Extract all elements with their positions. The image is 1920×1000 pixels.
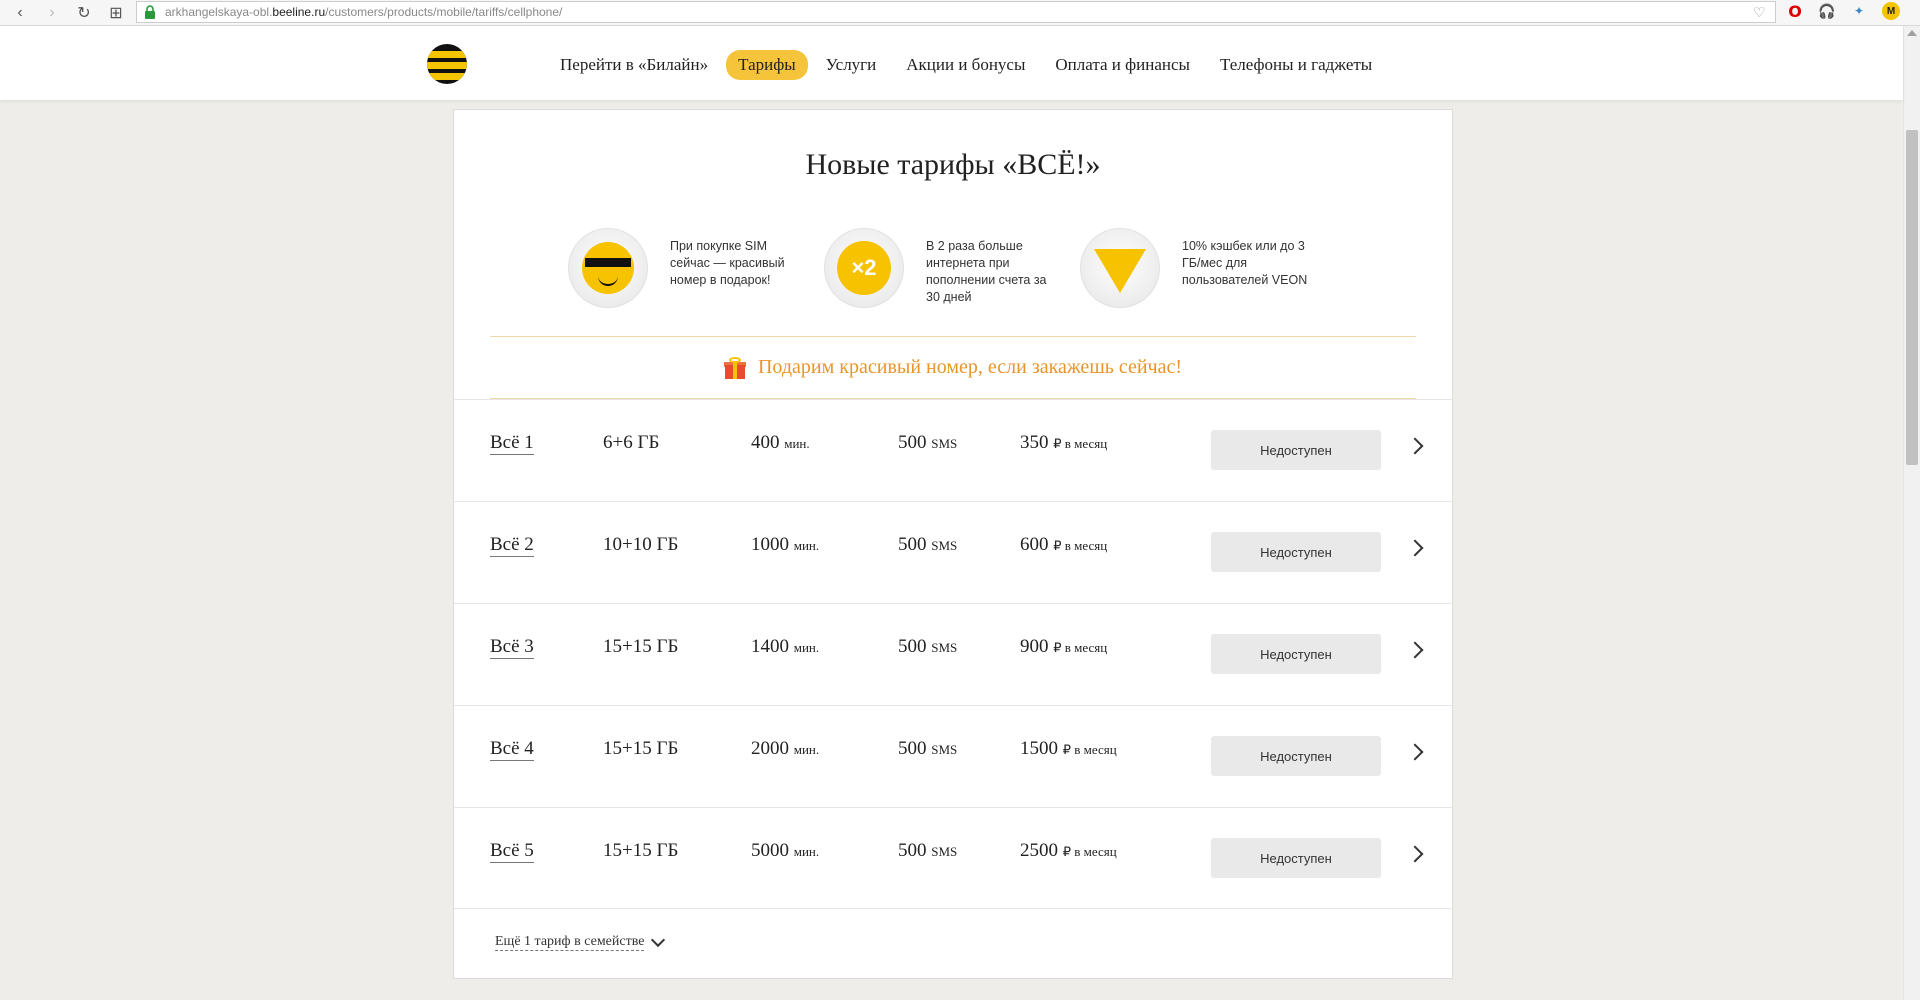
tariffs-card: Новые тарифы «ВСЁ!» При покупке SIM сейч… bbox=[453, 109, 1453, 979]
promo-banner: Подарим красивый номер, если закажешь се… bbox=[454, 356, 1452, 379]
nav-item-promos[interactable]: Акции и бонусы bbox=[894, 50, 1037, 80]
url-host: beeline.ru bbox=[272, 5, 326, 19]
back-icon[interactable]: ‹ bbox=[8, 1, 32, 25]
promo-text: Подарим красивый номер, если закажешь се… bbox=[757, 356, 1183, 378]
reload-icon[interactable]: ↻ bbox=[72, 1, 96, 25]
tariff-gb: 15+15 ГБ bbox=[603, 840, 679, 861]
perk-veon-cashback: 10% кэшбек или до 3 ГБ/мес для пользоват… bbox=[1080, 228, 1336, 308]
x2-badge-text: ×2 bbox=[841, 245, 887, 291]
tariff-sms: 500 SMS bbox=[898, 636, 958, 657]
tariff-sms: 500 SMS bbox=[898, 534, 958, 555]
forward-icon[interactable]: › bbox=[40, 1, 64, 25]
tariff-price: 1500 ₽ в месяц bbox=[1020, 738, 1117, 759]
tariff-minutes: 1400 мин. bbox=[751, 636, 820, 657]
unavailable-button[interactable]: Недоступен bbox=[1211, 838, 1381, 878]
unavailable-button[interactable]: Недоступен bbox=[1211, 430, 1381, 470]
tariff-gb: 15+15 ГБ bbox=[603, 738, 679, 759]
tariff-price: 2500 ₽ в месяц bbox=[1020, 840, 1117, 861]
x2-badge-icon: ×2 bbox=[824, 228, 904, 308]
headphones-icon[interactable]: 🎧 bbox=[1818, 2, 1836, 20]
tariff-minutes: 5000 мин. bbox=[751, 840, 820, 861]
divider bbox=[490, 336, 1416, 337]
show-more-tariffs[interactable]: Ещё 1 тариф в семействе bbox=[495, 932, 666, 951]
tariff-row[interactable]: Всё 4 15+15 ГБ 2000 мин. 500 SMS 1500 ₽ … bbox=[454, 705, 1452, 807]
tariff-row[interactable]: Всё 5 15+15 ГБ 5000 мин. 500 SMS 2500 ₽ … bbox=[454, 807, 1452, 909]
tariff-sms: 500 SMS bbox=[898, 738, 958, 759]
veon-v-icon bbox=[1080, 228, 1160, 308]
perk-text: При покупке SIM сейчас — красивый номер … bbox=[670, 239, 785, 287]
nav-item-devices[interactable]: Телефоны и гаджеты bbox=[1208, 50, 1384, 80]
show-more-label: Ещё 1 тариф в семействе bbox=[495, 934, 645, 951]
unavailable-button[interactable]: Недоступен bbox=[1211, 532, 1381, 572]
beeline-logo[interactable] bbox=[427, 44, 467, 84]
profile-badge-icon[interactable]: M bbox=[1882, 2, 1900, 20]
tariff-name-link[interactable]: Всё 3 bbox=[490, 636, 534, 659]
scroll-up-icon[interactable] bbox=[1907, 30, 1917, 36]
chevron-right-icon[interactable] bbox=[1406, 845, 1424, 863]
tariff-name-link[interactable]: Всё 2 bbox=[490, 534, 534, 557]
perk-text: 10% кэшбек или до 3 ГБ/мес для пользоват… bbox=[1182, 239, 1308, 287]
url-prefix: arkhangelskaya-obl. bbox=[165, 5, 273, 19]
nav-item-tariffs[interactable]: Тарифы bbox=[726, 50, 808, 80]
tariff-name-link[interactable]: Всё 4 bbox=[490, 738, 534, 761]
nav-item-go-to-beeline[interactable]: Перейти в «Билайн» bbox=[548, 50, 720, 80]
tariff-gb: 15+15 ГБ bbox=[603, 636, 679, 657]
tariff-row[interactable]: Всё 3 15+15 ГБ 1400 мин. 500 SMS 900 ₽ в… bbox=[454, 603, 1452, 705]
tariff-minutes: 400 мин. bbox=[751, 432, 810, 453]
smiley-sunglasses-icon bbox=[568, 228, 648, 308]
browser-toolbar: ‹ › ↻ ⊞ arkhangelskaya-obl. beeline.ru/cu… bbox=[0, 0, 1920, 26]
tariff-minutes: 2000 мин. bbox=[751, 738, 820, 759]
lock-icon bbox=[145, 5, 155, 19]
tariff-row[interactable]: Всё 2 10+10 ГБ 1000 мин. 500 SMS 600 ₽ в… bbox=[454, 501, 1452, 603]
tariff-minutes: 1000 мин. bbox=[751, 534, 820, 555]
tariff-price: 350 ₽ в месяц bbox=[1020, 432, 1108, 453]
perk-text: В 2 раза больше интернета при пополнении… bbox=[926, 239, 1047, 304]
tariff-sms: 500 SMS bbox=[898, 840, 958, 861]
chevron-right-icon[interactable] bbox=[1406, 641, 1424, 659]
chevron-right-icon[interactable] bbox=[1406, 437, 1424, 455]
nav-item-services[interactable]: Услуги bbox=[814, 50, 889, 80]
tariff-name-link[interactable]: Всё 1 bbox=[490, 432, 534, 455]
perk-beautiful-number: При покупке SIM сейчас — красивый номер … bbox=[568, 228, 824, 308]
tariff-gb: 10+10 ГБ bbox=[603, 534, 679, 555]
chevron-right-icon[interactable] bbox=[1406, 539, 1424, 557]
perk-double-internet: ×2 В 2 раза больше интернета при пополне… bbox=[824, 228, 1080, 308]
gift-icon bbox=[723, 356, 746, 379]
perks-row: При покупке SIM сейчас — красивый номер … bbox=[568, 228, 1336, 308]
page-scrollbar[interactable] bbox=[1903, 26, 1920, 1000]
tariff-name-link[interactable]: Всё 5 bbox=[490, 840, 534, 863]
tariff-list: Всё 1 6+6 ГБ 400 мин. 500 SMS 350 ₽ в ме… bbox=[454, 399, 1452, 909]
page-title: Новые тарифы «ВСЁ!» bbox=[805, 148, 1101, 181]
bookmark-heart-icon[interactable]: ♡ bbox=[1753, 4, 1769, 20]
nav-item-payment[interactable]: Оплата и финансы bbox=[1043, 50, 1202, 80]
main-nav: Перейти в «Билайн» Тарифы Услуги Акции и… bbox=[548, 50, 1390, 80]
tabs-grid-icon[interactable]: ⊞ bbox=[104, 1, 128, 25]
url-path: /customers/products/mobile/tariffs/cellp… bbox=[325, 5, 563, 19]
tariff-row[interactable]: Всё 1 6+6 ГБ 400 мин. 500 SMS 350 ₽ в ме… bbox=[454, 399, 1452, 501]
site-header: Перейти в «Билайн» Тарифы Услуги Акции и… bbox=[0, 26, 1903, 100]
unavailable-button[interactable]: Недоступен bbox=[1211, 736, 1381, 776]
tariff-gb: 6+6 ГБ bbox=[603, 432, 660, 453]
extension-stars-icon[interactable]: ✦ bbox=[1850, 2, 1868, 20]
tariff-price: 900 ₽ в месяц bbox=[1020, 636, 1108, 657]
unavailable-button[interactable]: Недоступен bbox=[1211, 634, 1381, 674]
opera-icon[interactable]: O bbox=[1786, 2, 1804, 21]
address-bar[interactable]: arkhangelskaya-obl. beeline.ru/customers/… bbox=[136, 1, 1776, 23]
chevron-down-icon bbox=[651, 932, 666, 948]
chevron-right-icon[interactable] bbox=[1406, 743, 1424, 761]
tariff-sms: 500 SMS bbox=[898, 432, 958, 453]
scroll-thumb[interactable] bbox=[1906, 130, 1918, 465]
tariff-price: 600 ₽ в месяц bbox=[1020, 534, 1108, 555]
